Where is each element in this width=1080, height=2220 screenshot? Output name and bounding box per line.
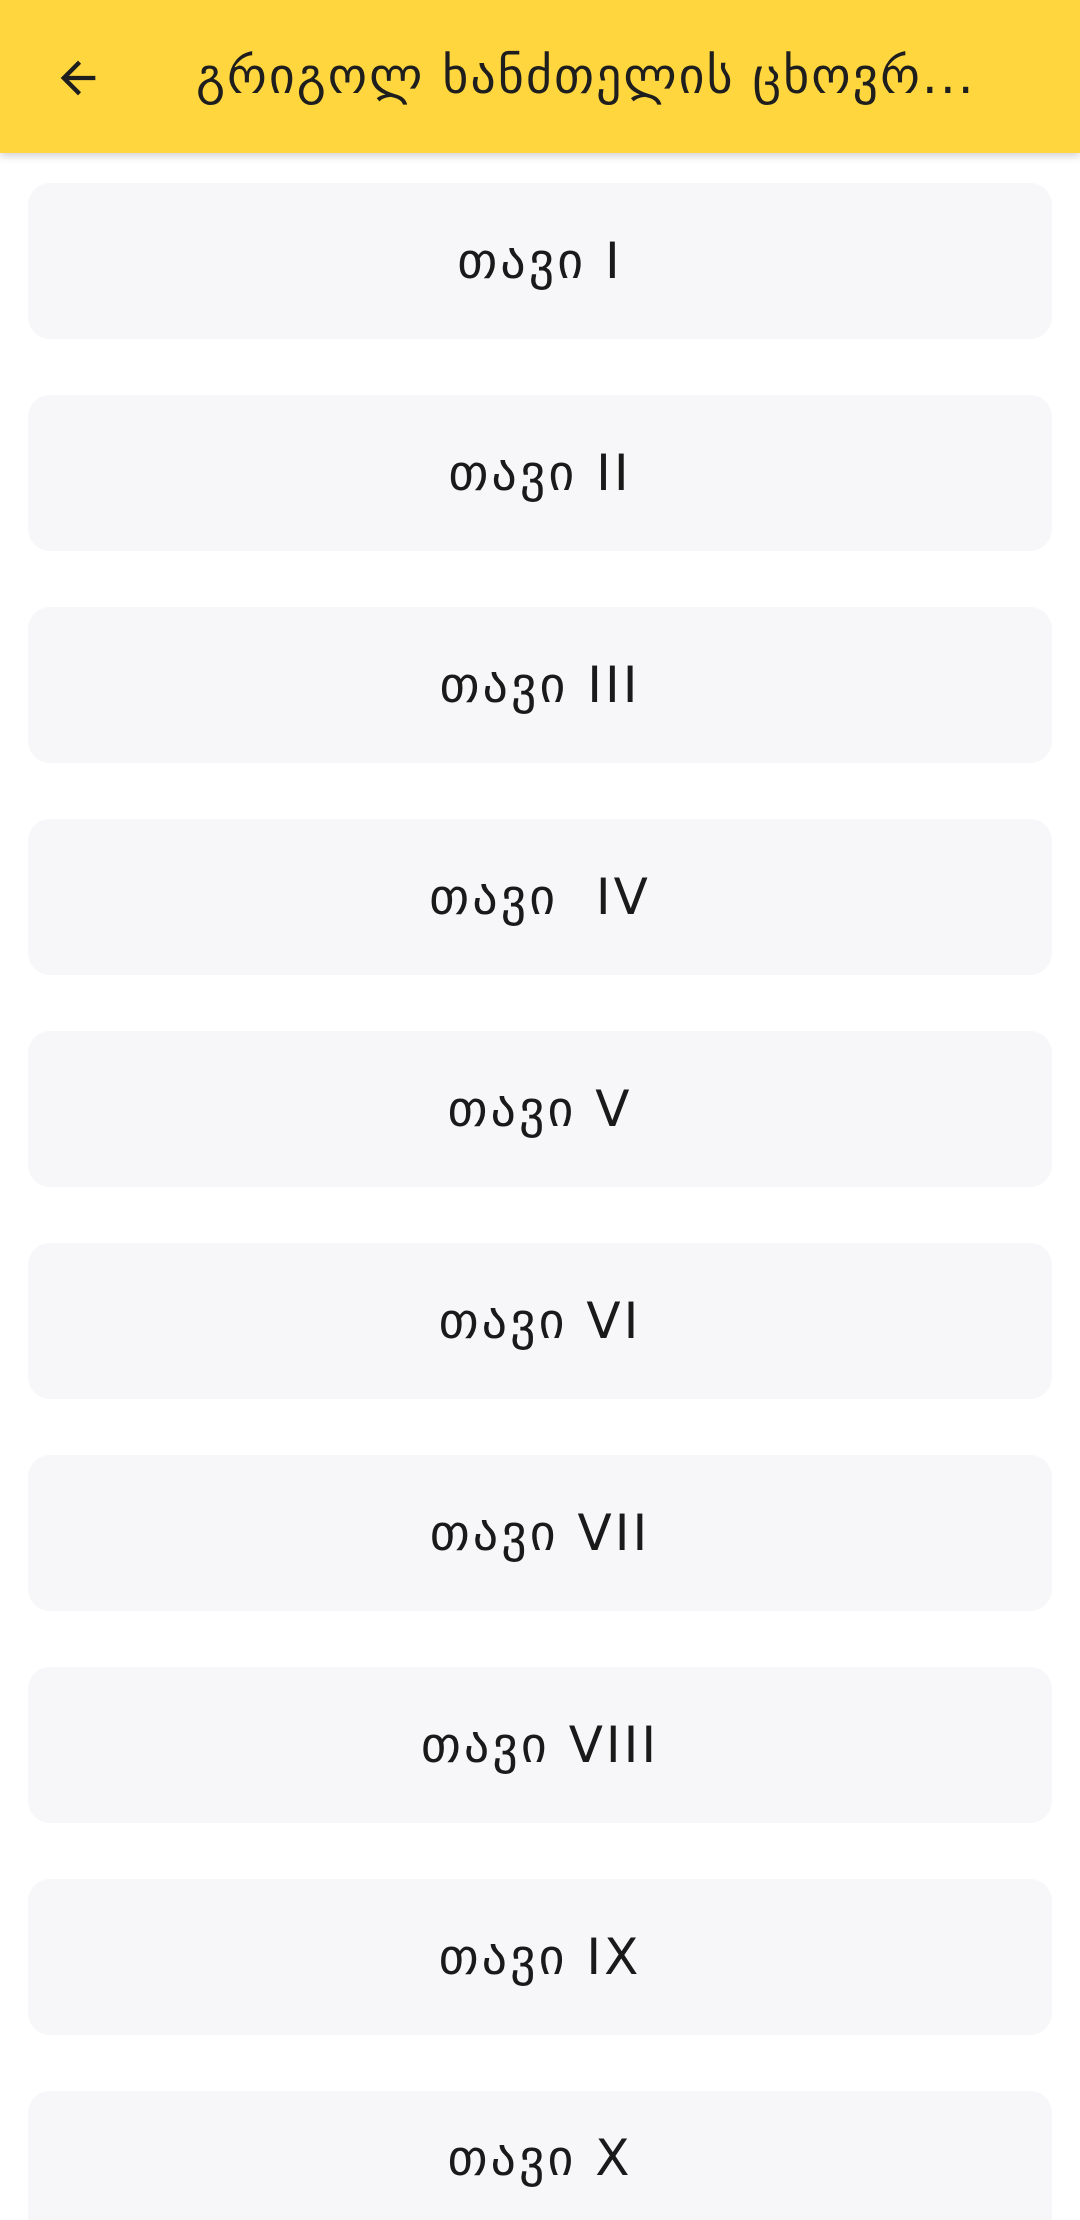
chapter-label: თავი II [448, 444, 632, 502]
chapter-card-8[interactable]: თავი VIII [28, 1667, 1052, 1823]
chapter-label: თავი VI [438, 1292, 642, 1350]
chapter-label: თავი III [439, 656, 641, 714]
chapter-label: თავი VIII [420, 1716, 660, 1774]
app-bar: გრიგოლ ხანძთელის ცხოვრ... [0, 0, 1080, 153]
chapter-card-5[interactable]: თავი V [28, 1031, 1052, 1187]
chapter-label: თავი IV [429, 868, 651, 926]
chapter-card-1[interactable]: თავი I [28, 183, 1052, 339]
chapter-card-4[interactable]: თავი IV [28, 819, 1052, 975]
chapter-label: თავი IX [438, 1928, 642, 1986]
arrow-left-icon [60, 60, 96, 96]
chapter-card-6[interactable]: თავი VI [28, 1243, 1052, 1399]
chapter-card-7[interactable]: თავი VII [28, 1455, 1052, 1611]
chapter-card-3[interactable]: თავი III [28, 607, 1052, 763]
back-button[interactable] [36, 36, 120, 120]
chapter-label: თავი I [457, 232, 623, 290]
chapter-label: თავი VII [429, 1504, 651, 1562]
chapter-card-10[interactable]: თავი X [28, 2091, 1052, 2220]
chapter-label: თავი V [447, 1080, 633, 1138]
chapter-list: თავი I თავი II თავი III თავი IV თავი V თ… [0, 0, 1080, 2220]
chapter-card-9[interactable]: თავი IX [28, 1879, 1052, 2035]
chapter-card-2[interactable]: თავი II [28, 395, 1052, 551]
page-title: გრიგოლ ხანძთელის ცხოვრ... [196, 47, 976, 105]
chapter-label: თავი X [447, 2129, 633, 2187]
